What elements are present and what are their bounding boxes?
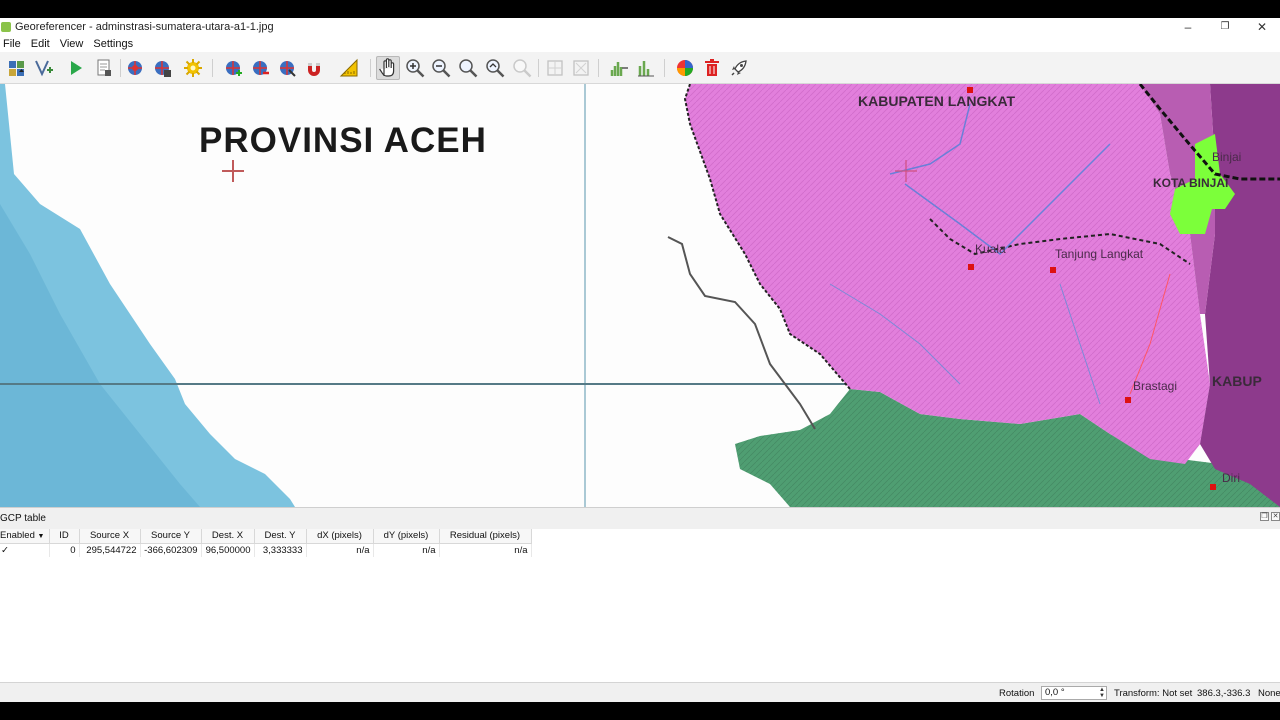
transform-status: Transform: Not set [1114, 688, 1193, 699]
col-id[interactable]: ID [49, 529, 80, 544]
toolbar-separator [538, 59, 539, 77]
menu-settings[interactable]: Settings [90, 38, 140, 50]
cell-dx: n/a [306, 543, 374, 557]
table-row[interactable]: ✓ 0 295,544722 -366,602309 96,500000 3,3… [0, 543, 532, 557]
delete-all-icon[interactable] [700, 56, 724, 80]
map-label-kota: KOTA BINJAI [1153, 176, 1229, 190]
window-title: Georeferencer - adminstrasi-sumatera-uta… [15, 20, 274, 33]
map-label-langkat: KABUPATEN LANGKAT [858, 93, 1016, 109]
raster-map [0, 84, 1280, 507]
zoom-to-layer-icon[interactable] [456, 56, 480, 80]
map-label-brastagi: Brastagi [1133, 379, 1178, 393]
cell-source-x[interactable]: 295,544722 [79, 543, 141, 557]
pan-icon[interactable] [376, 56, 400, 80]
cell-dy: n/a [373, 543, 440, 557]
link-georeferencer-icon[interactable] [543, 56, 567, 80]
sort-down-icon: ▼ [37, 533, 45, 541]
qgis-app-icon [1, 21, 11, 32]
rotation-spinner-icon[interactable]: ▲ ▼ [1098, 687, 1106, 699]
georeferencer-toolbar [0, 52, 1280, 84]
histogram-stretch-icon[interactable] [607, 56, 631, 80]
col-dest-y[interactable]: Dest. Y [254, 529, 307, 544]
cell-residual: n/a [439, 543, 532, 557]
map-label-binjai: Binjai [1212, 150, 1242, 164]
close-button[interactable]: ✕ [1244, 18, 1280, 35]
zoom-out-icon[interactable] [429, 56, 453, 80]
map-label-tanjung: Tanjung Langkat [1055, 247, 1144, 261]
screen-top-border [0, 0, 1280, 18]
gcp-panel-title: GCP table [0, 513, 46, 524]
toolbar-separator [598, 59, 599, 77]
delete-point-icon[interactable] [248, 56, 272, 80]
measure-icon[interactable] [337, 56, 361, 80]
col-source-x[interactable]: Source X [79, 529, 141, 544]
generate-gdal-script-icon[interactable] [92, 56, 116, 80]
map-label-kabupaten: KABUP [1212, 373, 1262, 389]
rocket-icon[interactable] [727, 56, 751, 80]
gcp-table-panel: GCP table ❐ ✕ Enabled ▼ ID Source X Sour… [0, 507, 1280, 682]
rotation-label: Rotation [999, 688, 1035, 699]
save-gcp-points-icon[interactable] [150, 56, 174, 80]
cell-dest-x[interactable]: 96,500000 [201, 543, 255, 557]
coordinate-readout: 386.3,-336.3 [1197, 688, 1251, 699]
link-qgis-icon[interactable] [569, 56, 593, 80]
cell-id: 0 [49, 543, 80, 557]
run-icon[interactable] [64, 56, 88, 80]
status-bar: Rotation 0,0 ° ▲ ▼ Transform: Not set 386… [0, 682, 1280, 702]
gcp-panel-header: GCP table ❐ ✕ [0, 508, 1280, 529]
minimize-button[interactable]: – [1170, 18, 1206, 35]
toolbar-separator [212, 59, 213, 77]
map-province-title: PROVINSI ACEH [199, 121, 487, 160]
map-canvas[interactable]: PROVINSI ACEH KABUPATEN LANGKAT Binjai K… [0, 84, 1280, 507]
open-raster-icon[interactable] [5, 56, 29, 80]
maximize-button[interactable]: ❐ [1207, 18, 1243, 35]
menu-file[interactable]: File [0, 38, 28, 50]
histogram-full-icon[interactable] [634, 56, 658, 80]
map-label-kuala: Kuala [975, 242, 1006, 256]
add-point-icon[interactable] [221, 56, 245, 80]
zoom-next-icon[interactable] [510, 56, 534, 80]
col-source-y[interactable]: Source Y [140, 529, 202, 544]
crs-status[interactable]: None [1258, 688, 1280, 699]
menu-bar: File Edit View Settings [0, 35, 1280, 52]
transformation-settings-icon[interactable] [181, 56, 205, 80]
cell-dest-y[interactable]: 3,333333 [254, 543, 307, 557]
toolbar-separator [120, 59, 121, 77]
toolbar-separator [370, 59, 371, 77]
rotation-input[interactable]: 0,0 ° ▲ ▼ [1041, 686, 1107, 700]
title-bar: Georeferencer - adminstrasi-sumatera-uta… [0, 18, 1280, 35]
load-gcp-points-icon[interactable] [123, 56, 147, 80]
close-panel-icon[interactable]: ✕ [1271, 512, 1280, 521]
start-georeferencing-icon[interactable] [32, 56, 56, 80]
color-icon[interactable] [673, 56, 697, 80]
toolbar-separator [664, 59, 665, 77]
col-dest-x[interactable]: Dest. X [201, 529, 255, 544]
enabled-checkbox[interactable]: ✓ [0, 543, 50, 557]
map-label-diri: Diri [1222, 471, 1240, 485]
move-point-icon[interactable] [275, 56, 299, 80]
gcp-table: Enabled ▼ ID Source X Source Y Dest. X D… [0, 529, 532, 557]
zoom-in-icon[interactable] [403, 56, 427, 80]
screen-bottom-border [0, 702, 1280, 720]
cell-source-y[interactable]: -366,602309 [140, 543, 202, 557]
float-panel-icon[interactable]: ❐ [1260, 512, 1269, 521]
zoom-last-icon[interactable] [483, 56, 507, 80]
col-dx[interactable]: dX (pixels) [306, 529, 374, 544]
col-enabled[interactable]: Enabled ▼ [0, 529, 50, 544]
snap-icon[interactable] [302, 56, 326, 80]
menu-view[interactable]: View [57, 38, 91, 50]
col-dy[interactable]: dY (pixels) [373, 529, 440, 544]
menu-edit[interactable]: Edit [28, 38, 57, 50]
col-residual[interactable]: Residual (pixels) [439, 529, 532, 544]
